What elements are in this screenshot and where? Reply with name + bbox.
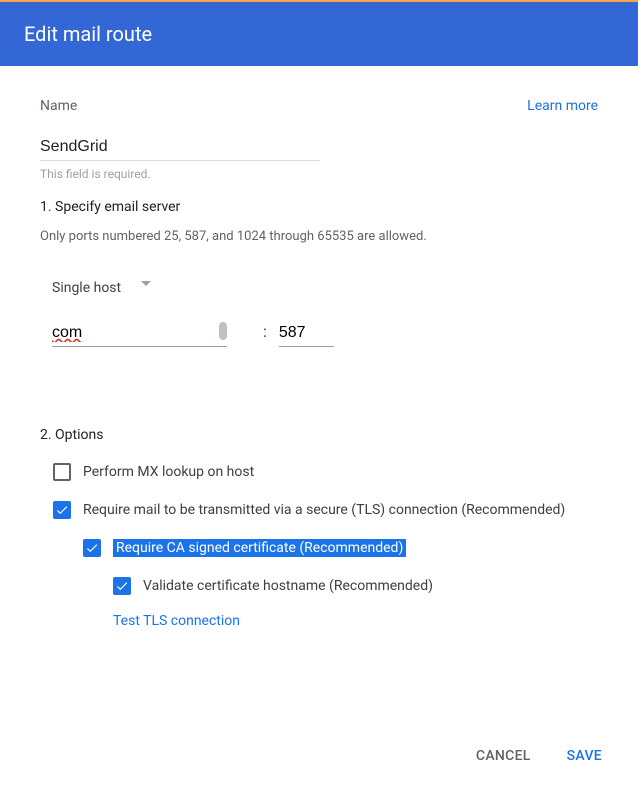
section2-title: 2. Options <box>40 427 598 443</box>
host-type-value: Single host <box>52 280 121 296</box>
name-helper: This field is required. <box>40 167 598 181</box>
section1-title: 1. Specify email server <box>40 199 598 215</box>
scroll-thumb[interactable] <box>219 322 227 340</box>
dialog-footer: CANCEL SAVE <box>472 742 606 770</box>
cancel-button[interactable]: CANCEL <box>472 742 535 770</box>
dialog-header: Edit mail route <box>0 2 638 66</box>
tls-label: Require mail to be transmitted via a sec… <box>83 502 565 518</box>
host-port-colon: : <box>263 322 267 341</box>
host-type-dropdown[interactable]: Single host <box>52 280 151 296</box>
name-label: Name <box>40 98 77 114</box>
section1-hint: Only ports numbered 25, 587, and 1024 th… <box>40 229 598 244</box>
dialog-title: Edit mail route <box>24 22 152 46</box>
host-input[interactable] <box>52 320 227 347</box>
validate-hostname-label: Validate certificate hostname (Recommend… <box>143 578 433 594</box>
validate-hostname-checkbox[interactable] <box>113 577 131 595</box>
mx-lookup-checkbox[interactable] <box>53 463 71 481</box>
learn-more-link[interactable]: Learn more <box>527 98 598 114</box>
check-icon <box>55 503 69 517</box>
test-tls-link[interactable]: Test TLS connection <box>113 613 598 629</box>
chevron-down-icon <box>141 281 151 286</box>
check-icon <box>115 579 129 593</box>
ca-signed-label: Require CA signed certificate (Recommend… <box>113 539 406 557</box>
mx-lookup-label: Perform MX lookup on host <box>83 464 254 480</box>
check-icon <box>85 541 99 555</box>
save-button[interactable]: SAVE <box>563 742 606 770</box>
port-input[interactable] <box>279 320 334 347</box>
dialog-content: Name Learn more This field is required. … <box>0 66 638 649</box>
tls-checkbox[interactable] <box>53 501 71 519</box>
ca-signed-checkbox[interactable] <box>83 539 101 557</box>
name-input[interactable] <box>40 134 320 161</box>
